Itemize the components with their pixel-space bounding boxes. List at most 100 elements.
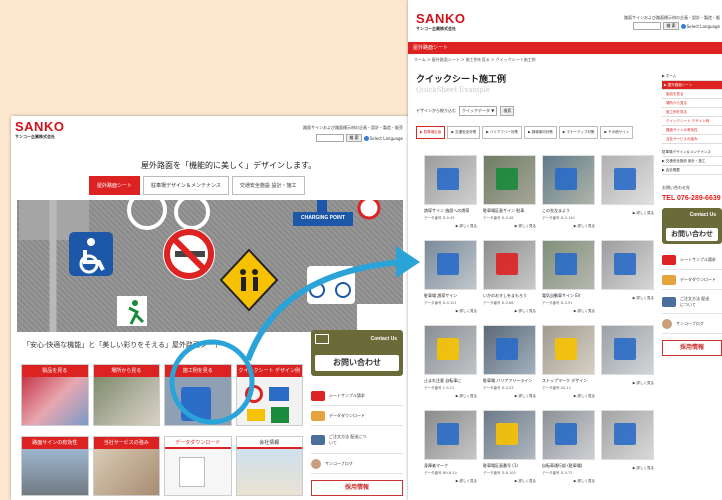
example-photo[interactable] [424, 325, 477, 375]
recruit-button[interactable]: 採用情報 [311, 480, 403, 496]
example-photo[interactable] [542, 410, 595, 460]
category-tab[interactable]: ▶ マナーアップ対策 [558, 126, 599, 139]
detail-link[interactable]: ▶ 詳しく見る [483, 479, 536, 484]
detail-link[interactable]: ▶ 詳しく見る [601, 381, 654, 386]
example-title[interactable]: 駐車場区画サイン 駐車 [483, 208, 536, 214]
example-card[interactable]: 身障者マーク データ番号 BH-8-10 ▶ 詳しく見る [424, 410, 477, 491]
nav-tile-products[interactable]: 製品を見る [21, 364, 89, 426]
example-card[interactable]: ▶ 詳しく見る [601, 325, 654, 406]
example-photo[interactable] [601, 240, 654, 290]
category-tab[interactable]: ▶ 駐車場区画 [416, 126, 446, 139]
example-card[interactable]: 駐車場 バリアフリーライン データ番号 D-0-03 ▶ 詳しく見る [483, 325, 536, 406]
search-button[interactable]: 検 索 [663, 22, 679, 30]
download-link[interactable]: データダウンロード [662, 270, 722, 290]
tab-traffic-safety[interactable]: 交通安全施設 設計・施工 [231, 176, 305, 195]
example-card[interactable]: 電気自動車サイン EV データ番号 D-0-91 ▶ 詳しく見る [542, 240, 595, 321]
detail-link[interactable]: ▶ 詳しく見る [542, 394, 595, 399]
sanko-logo[interactable]: SANKO サンコー企業株式会社 [416, 12, 465, 32]
nav-parking-design[interactable]: 駐車場デザイン＆メンテナンス [662, 148, 722, 157]
example-photo[interactable] [601, 155, 654, 205]
example-title[interactable]: 止まれ注意 自転車に [424, 378, 477, 384]
example-photo[interactable] [601, 410, 654, 460]
nav-tile-examples[interactable]: 施工例を見る [164, 364, 232, 426]
sanko-logo[interactable]: SANKO サンコー企業株式会社 [15, 120, 64, 140]
example-photo[interactable] [542, 155, 595, 205]
contact-us-box[interactable]: Contact Us お問い合わせ [662, 208, 722, 244]
detail-link[interactable]: ▶ 詳しく見る [424, 309, 477, 314]
example-card[interactable]: いかのおすしをまもろう データ番号 D-0-68 ▶ 詳しく見る [483, 240, 536, 321]
sample-request-link[interactable]: シートサンプル請求 [662, 250, 722, 270]
contact-us-box[interactable]: Contact Us お問い合わせ [311, 330, 403, 376]
tab-parking-design[interactable]: 駐車場デザイン＆メンテナンス [143, 176, 229, 195]
example-photo[interactable] [542, 240, 595, 290]
nav-tile-download[interactable]: データダウンロード [164, 436, 232, 496]
example-card[interactable]: 駐車場 誘導サイン データ番号 D-0-101 ▶ 詳しく見る [424, 240, 477, 321]
nav-tile-company[interactable]: 会社情報 [235, 436, 303, 496]
example-title[interactable]: ストップマーク デザイン [542, 378, 595, 384]
filter-select[interactable]: クイックデータ ▼ [459, 106, 498, 116]
detail-link[interactable]: ▶ 詳しく見る [424, 224, 477, 229]
category-tab[interactable]: ▶ 交通安全対策 [447, 126, 481, 139]
search-button[interactable]: 検 索 [346, 134, 362, 142]
nav-outdoor-sheet[interactable]: ▶ 屋外路面シート [662, 81, 722, 90]
search-input[interactable] [316, 134, 345, 142]
nav-examples[interactable]: 施工例を見る [662, 108, 722, 117]
search-input[interactable] [633, 22, 662, 30]
example-title[interactable]: この先左まよう [542, 208, 595, 214]
detail-link[interactable]: ▶ 詳しく見る [424, 479, 477, 484]
blog-link[interactable]: サンコーブログ [311, 454, 403, 474]
example-card[interactable]: 誘導サイン 施設への誘導 データ番号 D-0-45 ▶ 詳しく見る [424, 155, 477, 236]
nav-effectiveness[interactable]: 路面サインの有効性 [662, 126, 722, 135]
nav-tile-effectiveness[interactable]: 路面サインの有効性 [21, 436, 89, 496]
blog-link[interactable]: サンコーブログ [662, 314, 722, 334]
example-photo[interactable] [424, 155, 477, 205]
nav-tile-places[interactable]: 場所から見る [92, 364, 160, 426]
nav-products[interactable]: 製品を見る [662, 90, 722, 99]
detail-link[interactable]: ▶ 詳しく見る [483, 224, 536, 229]
sample-request-link[interactable]: シートサンプル請求 [311, 386, 403, 406]
example-photo[interactable] [483, 240, 536, 290]
detail-link[interactable]: ▶ 詳しく見る [542, 479, 595, 484]
example-title[interactable]: いかのおすしをまもろう [483, 293, 536, 299]
filter-search-button[interactable]: 検索 [500, 106, 515, 116]
nav-traffic-safety[interactable]: ▶ 交通安全施設 設計・施工 [662, 157, 722, 166]
example-photo[interactable] [542, 325, 595, 375]
detail-link[interactable]: ▶ 詳しく見る [601, 211, 654, 216]
detail-link[interactable]: ▶ 詳しく見る [601, 296, 654, 301]
example-photo[interactable] [483, 410, 536, 460]
example-photo[interactable] [601, 325, 654, 375]
example-card[interactable]: ストップマーク デザイン データ番号 AS-12 ▶ 詳しく見る [542, 325, 595, 406]
detail-link[interactable]: ▶ 詳しく見る [424, 394, 477, 399]
download-link[interactable]: データダウンロード [311, 406, 403, 426]
example-photo[interactable] [424, 410, 477, 460]
example-title[interactable]: 駐車場区画番号 (1) [483, 463, 536, 469]
category-tab[interactable]: ▶ バリアフリー対策 [482, 126, 522, 139]
nav-tile-strengths[interactable]: 当社サービスの強み [92, 436, 160, 496]
example-card[interactable]: この先左まよう データ番号 D-0-140 ▶ 詳しく見る [542, 155, 595, 236]
example-title[interactable]: 駐車場 バリアフリーライン [483, 378, 536, 384]
example-photo[interactable] [483, 325, 536, 375]
category-tab[interactable]: ▶ その他サイン [600, 126, 634, 139]
example-title[interactable]: 自転車通行部 (駐車場) [542, 463, 595, 469]
example-card[interactable]: ▶ 詳しく見る [601, 240, 654, 321]
language-selector[interactable]: Select Language [363, 135, 403, 141]
nav-strengths[interactable]: 当社サービスの強み [662, 135, 722, 144]
nav-quicksheet[interactable]: クイックシート デザイン例 [662, 117, 722, 126]
detail-link[interactable]: ▶ 詳しく見る [542, 309, 595, 314]
detail-link[interactable]: ▶ 詳しく見る [483, 309, 536, 314]
example-card[interactable]: 駐車場区画サイン 駐車 データ番号 D-0-48 ▶ 詳しく見る [483, 155, 536, 236]
nav-places[interactable]: 場所から見る [662, 99, 722, 108]
language-selector[interactable]: Select Language [680, 23, 720, 29]
phone-number[interactable]: TEL 076-289-6639 [662, 195, 722, 202]
example-card[interactable]: 駐車場区画番号 (1) データ番号 D-8-100 ▶ 詳しく見る [483, 410, 536, 491]
tab-outdoor-sheet[interactable]: 屋外路面シート [89, 176, 141, 195]
nav-tile-quicksheet[interactable]: クイックシート デザイン例 [235, 364, 303, 426]
detail-link[interactable]: ▶ 詳しく見る [601, 466, 654, 471]
nav-home[interactable]: ▶ ホーム [662, 72, 722, 81]
example-title[interactable]: 誘導サイン 施設への誘導 [424, 208, 477, 214]
example-card[interactable]: ▶ 詳しく見る [601, 155, 654, 236]
example-photo[interactable] [424, 240, 477, 290]
example-card[interactable]: ▶ 詳しく見る [601, 410, 654, 491]
detail-link[interactable]: ▶ 詳しく見る [483, 394, 536, 399]
example-card[interactable]: 止まれ注意 自転車に データ番号 C-9-13 ▶ 詳しく見る [424, 325, 477, 406]
